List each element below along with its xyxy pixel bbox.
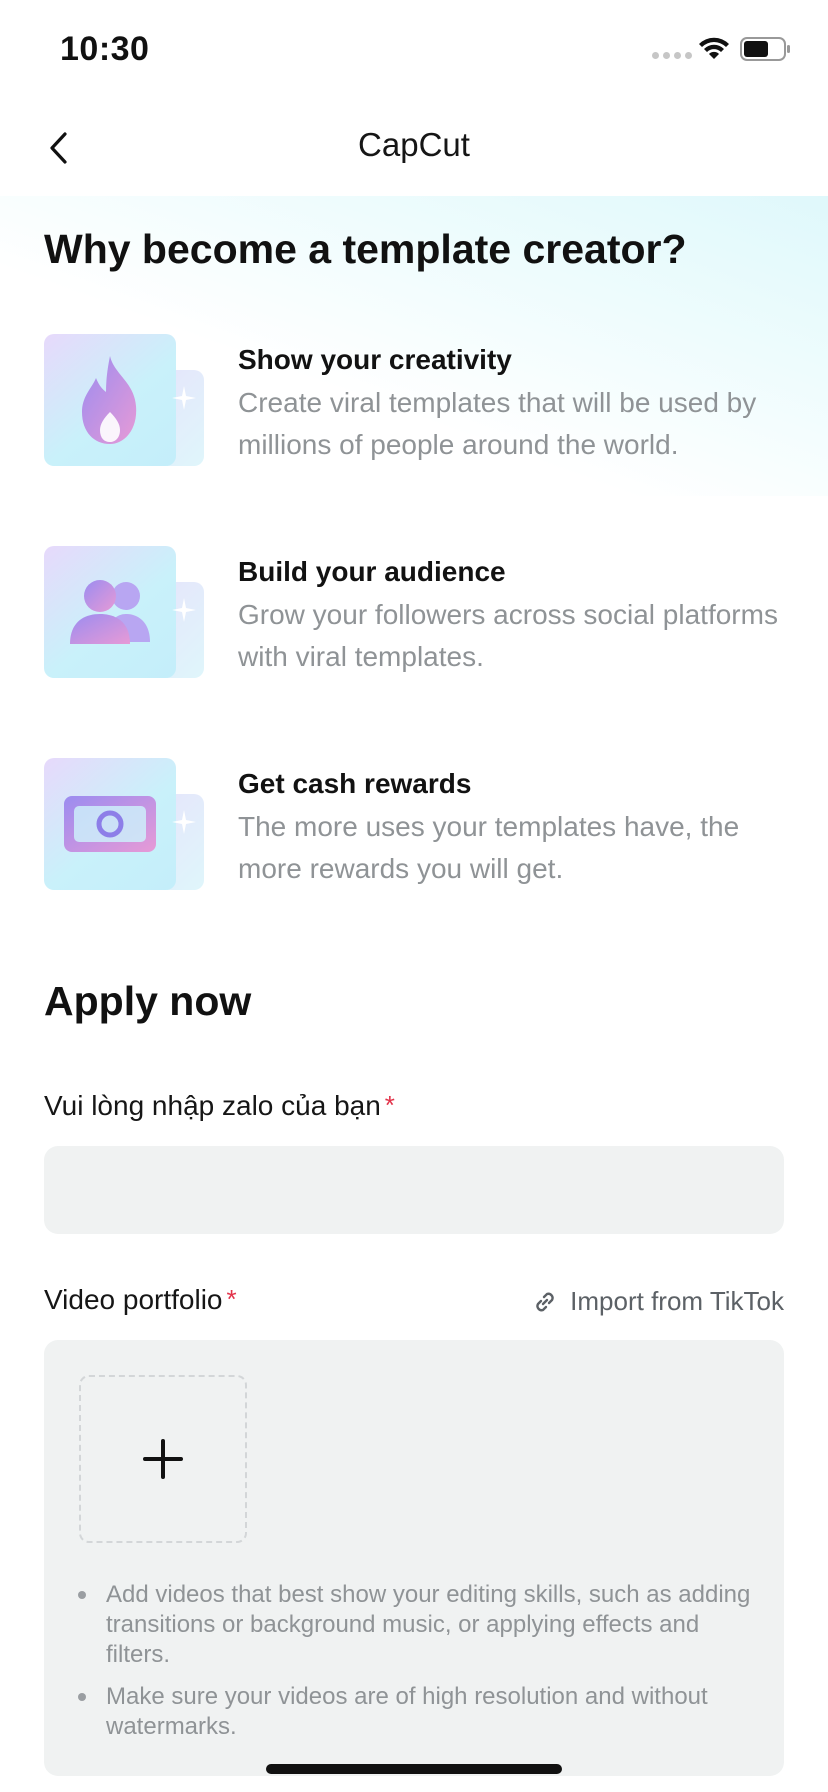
tip-item: Add videos that best show your editing s… (74, 1580, 764, 1670)
benefit-illustration (44, 758, 204, 890)
benefit-illustration (44, 546, 204, 678)
benefit-description: Create viral templates that will be used… (238, 387, 757, 460)
apply-title: Apply now (44, 978, 252, 1024)
required-mark: * (226, 1284, 237, 1314)
cash-icon (64, 796, 156, 852)
add-video-button[interactable] (79, 1375, 247, 1543)
sparkle-icon (172, 810, 196, 834)
status-time: 10:30 (60, 30, 150, 68)
import-label: Import from TikTok (570, 1286, 784, 1316)
video-portfolio-box: Add videos that best show your editing s… (44, 1340, 784, 1776)
benefit-description: Grow your followers across social platfo… (238, 599, 778, 672)
benefit-item-rewards: Get cash rewards The more uses your temp… (44, 758, 784, 890)
benefit-title: Show your creativity (238, 344, 512, 375)
benefit-item-audience: Build your audience Grow your followers … (44, 546, 784, 678)
zalo-input[interactable] (44, 1146, 784, 1234)
sparkle-icon (172, 598, 196, 622)
benefit-item-creativity: Show your creativity Create viral templa… (44, 334, 784, 466)
zalo-label-text: Vui lòng nhập zalo của bạn (44, 1090, 381, 1121)
battery-icon (740, 37, 790, 61)
navigation-bar: CapCut (0, 100, 828, 196)
portfolio-label-text: Video portfolio (44, 1284, 223, 1315)
benefit-description: The more uses your templates have, the m… (238, 811, 740, 884)
benefit-title: Get cash rewards (238, 768, 472, 799)
benefit-title: Build your audience (238, 556, 506, 587)
portfolio-tips: Add videos that best show your editing s… (74, 1580, 764, 1754)
sparkle-icon (172, 386, 196, 410)
flame-icon (82, 356, 137, 444)
plus-icon (143, 1439, 183, 1479)
link-icon (536, 1292, 554, 1311)
zalo-field-label: Vui lòng nhập zalo của bạn * (44, 1090, 395, 1122)
benefit-illustration (44, 334, 204, 466)
home-indicator (266, 1764, 562, 1774)
nav-title: CapCut (358, 126, 470, 163)
tip-item: Make sure your videos are of high resolu… (74, 1682, 764, 1742)
portfolio-field-label: Video portfolio * (44, 1284, 237, 1316)
status-bar: 10:30 (0, 0, 828, 100)
cellular-signal-icon (652, 52, 692, 59)
people-icon (70, 580, 150, 644)
intro-title: Why become a template creator? (44, 226, 687, 272)
wifi-icon (699, 37, 729, 59)
import-from-tiktok-button[interactable]: Import from TikTok (532, 1286, 784, 1317)
required-mark: * (384, 1090, 395, 1120)
